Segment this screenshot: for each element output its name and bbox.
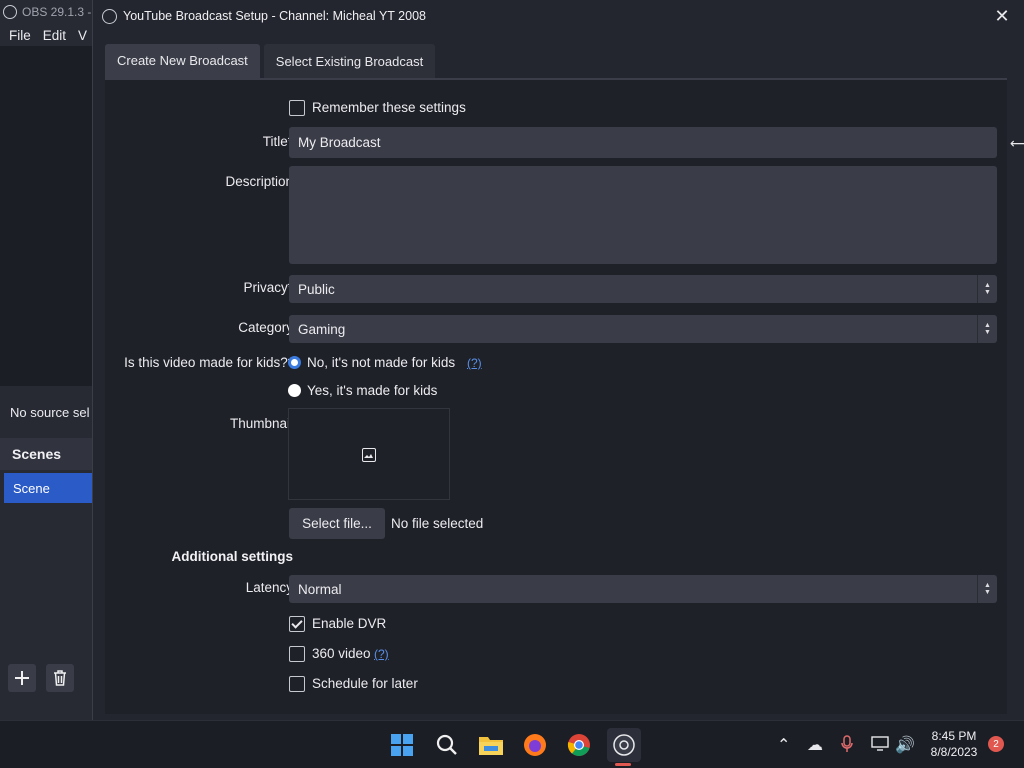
title-input[interactable]: My Broadcast (289, 127, 997, 158)
scenes-header: Scenes (0, 438, 100, 470)
file-explorer-icon[interactable] (477, 731, 505, 759)
category-value: Gaming (298, 321, 346, 337)
trash-icon (54, 670, 66, 686)
scenes-list: Scene (0, 470, 100, 658)
create-broadcast-form: Title* Description Privacy* Category Is … (105, 78, 1007, 714)
dialog-title: YouTube Broadcast Setup - Channel: Miche… (123, 9, 426, 23)
updown-arrow-icon: ▲ ▼ (977, 315, 997, 343)
privacy-value: Public (298, 281, 335, 297)
mic-glyph (841, 735, 853, 752)
schedule-later-checkbox[interactable] (289, 676, 305, 692)
magnifier (436, 734, 457, 755)
thumbnail-preview (288, 408, 450, 500)
image-icon (362, 448, 376, 462)
tray-overflow-icon[interactable]: ⌃ (777, 735, 790, 755)
video-360-label: 360 video (312, 646, 371, 661)
remember-settings-checkbox[interactable] (289, 100, 305, 116)
description-label: Description (225, 174, 293, 189)
notification-badge[interactable]: 2 (988, 736, 1004, 752)
menu-edit[interactable]: Edit (43, 28, 66, 43)
clock[interactable]: 8:45 PM 8/8/2023 (924, 728, 984, 760)
microphone-icon[interactable] (840, 735, 854, 758)
video-360-help-link[interactable]: (?) (374, 647, 389, 661)
kids-label: Is this video made for kids?* (124, 355, 293, 370)
obs-logo-icon (102, 8, 117, 24)
category-label: Category (238, 320, 293, 335)
obs-menubar: File Edit V (0, 24, 100, 46)
onedrive-icon[interactable]: ☁ (807, 735, 823, 755)
menu-file[interactable]: File (9, 28, 31, 43)
clock-time: 8:45 PM (931, 729, 977, 743)
firefox-logo (524, 734, 546, 756)
taskbar: ⌃ ☁ 🔊 8:45 PM 8/8/2023 (0, 720, 1024, 768)
obs-title: OBS 29.1.3 - (22, 5, 92, 19)
latency-value: Normal (298, 581, 342, 597)
remember-settings-label: Remember these settings (312, 100, 466, 115)
select-file-button[interactable]: Select file... (289, 508, 385, 539)
thumbnail-label: Thumbnail (229, 416, 293, 431)
obs-taskbar-icon[interactable] (607, 728, 641, 762)
tab-bar: Create New Broadcast Select Existing Bro… (105, 44, 436, 78)
menu-view[interactable]: V (78, 28, 87, 43)
dialog-titlebar: YouTube Broadcast Setup - Channel: Miche… (93, 0, 1024, 32)
close-icon[interactable]: ✕ (992, 6, 1012, 26)
add-scene-button[interactable] (8, 664, 36, 692)
obs-logo-icon (3, 5, 17, 19)
kids-no-label: No, it's not made for kids (307, 355, 456, 370)
tab-create-new-broadcast[interactable]: Create New Broadcast (105, 44, 260, 78)
resize-arrow-icon: ⟵ (1010, 135, 1024, 151)
kids-help-link[interactable]: (?) (467, 356, 482, 370)
firefox-icon[interactable] (521, 731, 549, 759)
video-360-checkbox[interactable] (289, 646, 305, 662)
thumbnail-status: No file selected (391, 516, 484, 531)
folder (479, 737, 503, 755)
enable-dvr-label: Enable DVR (312, 616, 387, 631)
label-column: Title* Description Privacy* Category Is … (105, 80, 293, 714)
search-icon[interactable] (433, 731, 461, 759)
latency-label: Latency (245, 580, 293, 595)
chrome-logo (567, 734, 590, 756)
plus-icon (15, 671, 29, 685)
no-source-label: No source sel (0, 392, 100, 432)
obs-preview (0, 46, 100, 386)
scene-item[interactable]: Scene (4, 473, 96, 503)
network-icon[interactable] (871, 735, 889, 756)
privacy-select[interactable]: Public ▲ ▼ (289, 275, 997, 303)
broadcast-setup-dialog: YouTube Broadcast Setup - Channel: Miche… (92, 0, 1024, 720)
clock-date: 8/8/2023 (930, 745, 978, 759)
kids-yes-radio[interactable] (288, 384, 301, 397)
scene-toolbar (0, 658, 100, 698)
image-glyph (364, 454, 373, 458)
category-select[interactable]: Gaming ▲ ▼ (289, 315, 997, 343)
latency-select[interactable]: Normal ▲ ▼ (289, 575, 997, 603)
monitor-glyph (871, 736, 889, 751)
obs-logo (613, 734, 635, 756)
updown-arrow-icon: ▲ ▼ (977, 575, 997, 603)
kids-yes-label: Yes, it's made for kids (307, 383, 438, 398)
windows-start-icon[interactable] (388, 731, 416, 759)
windows-logo (391, 734, 413, 756)
updown-arrow-icon: ▲ ▼ (977, 275, 997, 303)
additional-settings-heading: Additional settings (171, 549, 294, 564)
privacy-label: Privacy* (243, 280, 293, 295)
obs-titlebar: OBS 29.1.3 - (0, 0, 100, 24)
volume-icon[interactable]: 🔊 (895, 735, 915, 755)
description-textarea[interactable] (289, 166, 997, 264)
remove-scene-button[interactable] (46, 664, 74, 692)
enable-dvr-checkbox[interactable] (289, 616, 305, 632)
tab-select-existing-broadcast[interactable]: Select Existing Broadcast (263, 44, 436, 78)
active-app-indicator (615, 763, 631, 766)
chrome-icon[interactable] (565, 731, 593, 759)
schedule-later-label: Schedule for later (312, 676, 418, 691)
kids-no-radio[interactable] (288, 356, 301, 369)
